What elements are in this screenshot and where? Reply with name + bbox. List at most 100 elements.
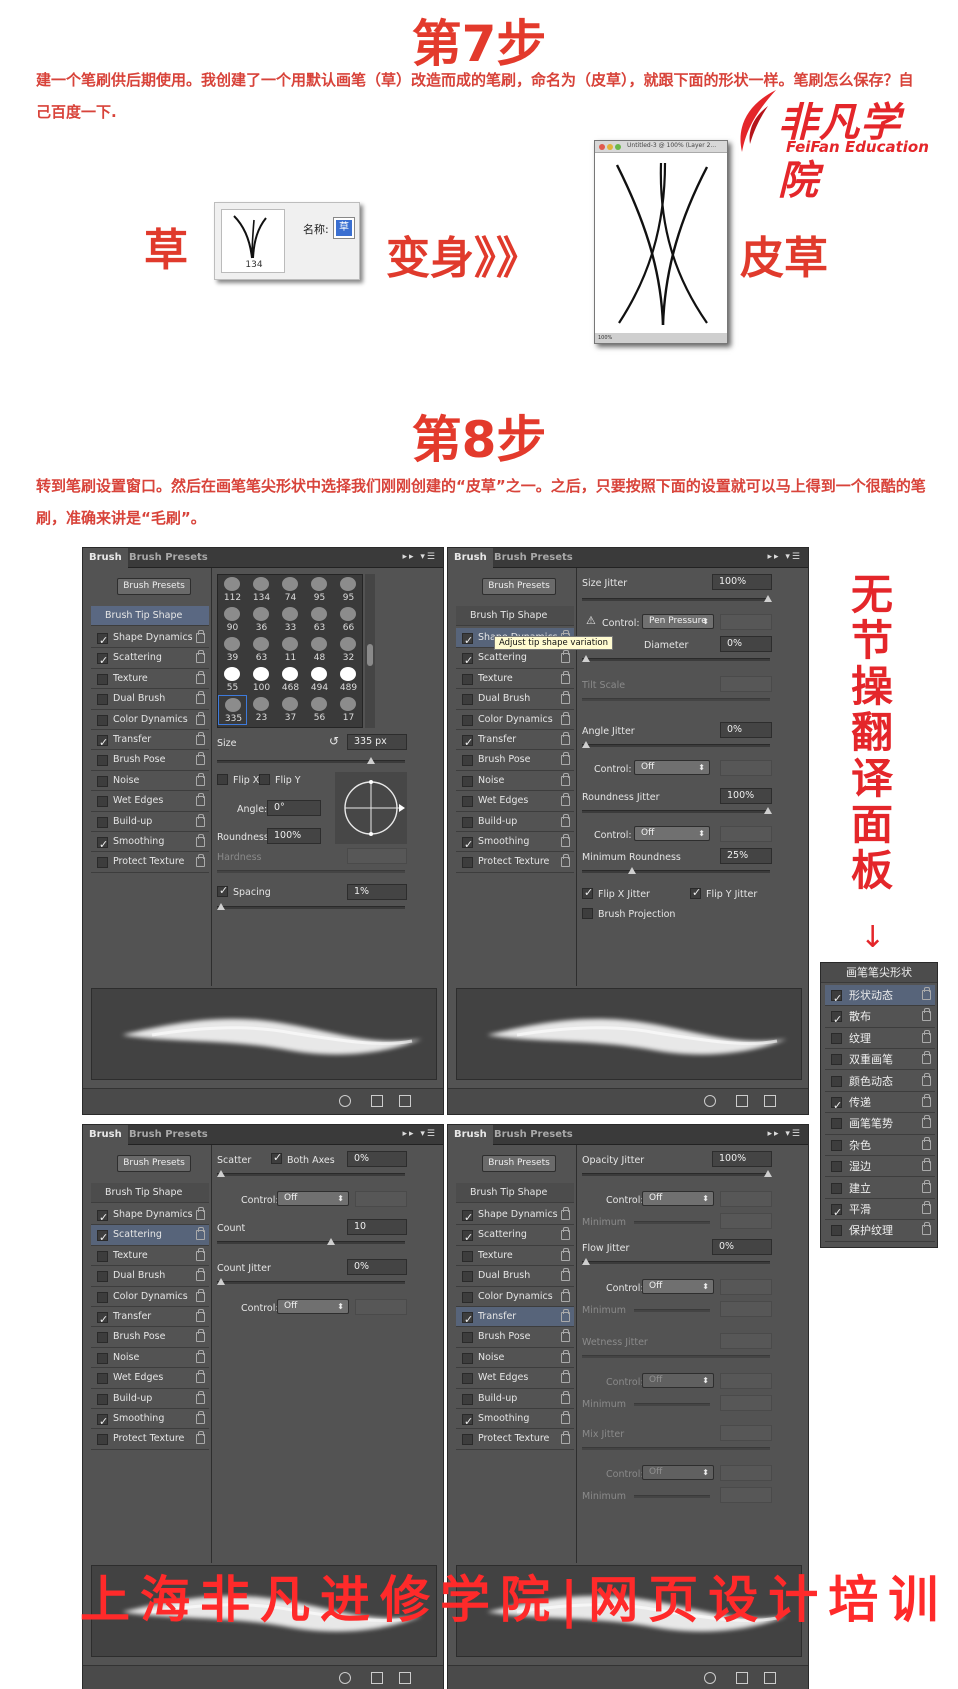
checkbox[interactable]: [831, 1032, 842, 1044]
panel-item-texture[interactable]: Texture: [456, 1246, 574, 1267]
lock-icon[interactable]: [561, 813, 570, 827]
translated-item[interactable]: 形状动态: [825, 985, 935, 1009]
brush-tip[interactable]: 23: [247, 695, 276, 725]
count-jitter-input[interactable]: 0%: [347, 1259, 407, 1275]
grid-icon[interactable]: [371, 1095, 383, 1107]
lock-icon[interactable]: [561, 1288, 570, 1302]
panel-item-build-up[interactable]: Build-up: [91, 812, 209, 832]
lock-icon[interactable]: [196, 1288, 205, 1302]
min-diameter-input[interactable]: 0%: [720, 636, 772, 652]
checkbox[interactable]: [97, 835, 108, 855]
close-dot-icon[interactable]: [599, 144, 605, 150]
lock-icon[interactable]: [196, 793, 205, 807]
tab-brush[interactable]: Brush: [83, 548, 128, 568]
roundness-control-dropdown[interactable]: Off: [634, 826, 710, 841]
panel-item-protect-texture[interactable]: Protect Texture: [91, 852, 209, 873]
checkbox[interactable]: [97, 1332, 108, 1344]
slider-knob[interactable]: [367, 757, 375, 764]
brush-preview-toggle-icon[interactable]: [704, 1095, 716, 1107]
checkbox[interactable]: [97, 1373, 108, 1385]
checkbox[interactable]: [97, 694, 108, 706]
brush-preview-toggle-icon[interactable]: [339, 1672, 351, 1684]
flip-y-jitter-checkbox[interactable]: [690, 886, 701, 899]
lock-icon[interactable]: [196, 630, 205, 643]
panel-item-wet-edges[interactable]: Wet Edges: [456, 1368, 574, 1389]
lock-icon[interactable]: [561, 670, 570, 684]
panel-item-brush-tip-shape[interactable]: Brush Tip Shape: [91, 1183, 209, 1203]
tab-brush[interactable]: Brush: [448, 548, 493, 568]
lock-icon[interactable]: [196, 1370, 205, 1384]
lock-icon[interactable]: [561, 1329, 570, 1343]
translated-item[interactable]: 湿边: [825, 1156, 935, 1178]
checkbox[interactable]: [97, 1228, 108, 1248]
brush-tip[interactable]: 39: [218, 635, 247, 665]
checkbox[interactable]: [97, 1352, 108, 1364]
brush-tip[interactable]: 63: [305, 605, 334, 635]
slider-knob[interactable]: [582, 655, 590, 662]
count-input[interactable]: 10: [347, 1219, 407, 1235]
brush-tip[interactable]: 335: [218, 695, 247, 725]
flip-x-checkbox[interactable]: [217, 774, 228, 785]
panel-item-noise[interactable]: Noise: [91, 1348, 209, 1369]
panel-item-color-dynamics[interactable]: Color Dynamics: [456, 710, 574, 730]
translated-item[interactable]: 双重画笔: [825, 1049, 935, 1071]
checkbox[interactable]: [462, 1250, 473, 1262]
panel-item-protect-texture[interactable]: Protect Texture: [456, 1429, 574, 1450]
checkbox[interactable]: [462, 1352, 473, 1364]
grid-icon[interactable]: [736, 1095, 748, 1107]
slider-knob[interactable]: [217, 1170, 225, 1177]
panel-item-scattering[interactable]: Scattering: [456, 648, 574, 671]
checkbox[interactable]: [97, 1208, 108, 1228]
panel-item-wet-edges[interactable]: Wet Edges: [456, 791, 574, 812]
brush-tip[interactable]: 66: [334, 605, 362, 635]
lock-icon[interactable]: [561, 1227, 570, 1241]
tab-brush[interactable]: Brush: [83, 1125, 128, 1145]
brush-tip[interactable]: 17: [334, 695, 362, 725]
checkbox[interactable]: [462, 755, 473, 767]
lock-icon[interactable]: [196, 1349, 205, 1363]
panel-item-dual-brush[interactable]: Dual Brush: [456, 689, 574, 710]
tip-scrollbar[interactable]: [365, 574, 375, 728]
lock-icon[interactable]: [561, 731, 570, 745]
translated-item[interactable]: 保护纹理: [825, 1220, 935, 1242]
min-roundness-slider[interactable]: [582, 867, 770, 874]
both-axes-checkbox[interactable]: [271, 1151, 282, 1164]
brush-presets-button[interactable]: Brush Presets: [117, 1155, 191, 1172]
lock-icon[interactable]: [922, 1158, 931, 1172]
brush-tip[interactable]: 36: [247, 605, 276, 635]
slider-knob[interactable]: [628, 867, 636, 874]
lock-icon[interactable]: [922, 1051, 931, 1065]
lock-icon[interactable]: [561, 772, 570, 786]
zoom-dot-icon[interactable]: [615, 144, 621, 150]
panel-item-transfer[interactable]: Transfer: [456, 1306, 574, 1330]
grid-icon[interactable]: [736, 1672, 748, 1684]
scatter-control-dropdown[interactable]: Off: [277, 1191, 349, 1206]
size-control-dropdown[interactable]: Pen Pressure: [642, 614, 714, 629]
lock-icon[interactable]: [196, 670, 205, 684]
panel-menu-icon[interactable]: ▸▸ ▾☰: [768, 552, 802, 562]
checkbox[interactable]: [462, 796, 473, 808]
lock-icon[interactable]: [561, 1207, 570, 1220]
panel-item-transfer[interactable]: Transfer: [456, 730, 574, 753]
lock-icon[interactable]: [561, 1247, 570, 1261]
panel-item-protect-texture[interactable]: Protect Texture: [456, 852, 574, 873]
flip-y-checkbox[interactable]: [259, 774, 270, 785]
panel-item-dual-brush[interactable]: Dual Brush: [456, 1266, 574, 1287]
checkbox[interactable]: [462, 714, 473, 726]
new-brush-icon[interactable]: [764, 1095, 776, 1107]
lock-icon[interactable]: [561, 711, 570, 725]
translated-item[interactable]: 颜色动态: [825, 1071, 935, 1092]
brush-tip[interactable]: 100: [247, 665, 276, 695]
lock-icon[interactable]: [561, 1431, 570, 1445]
panel-item-smoothing[interactable]: Smoothing: [91, 1409, 209, 1432]
panel-item-noise[interactable]: Noise: [456, 771, 574, 792]
checkbox[interactable]: [97, 1412, 108, 1432]
brush-tip[interactable]: 90: [218, 605, 247, 635]
translated-item[interactable]: 传递: [825, 1092, 935, 1116]
panel-item-scattering[interactable]: Scattering: [91, 648, 209, 671]
lock-icon[interactable]: [196, 1247, 205, 1261]
brush-presets-button[interactable]: Brush Presets: [482, 1155, 556, 1172]
translated-item[interactable]: 杂色: [825, 1135, 935, 1157]
lock-icon[interactable]: [196, 833, 205, 847]
brush-tip[interactable]: 55: [218, 665, 247, 695]
